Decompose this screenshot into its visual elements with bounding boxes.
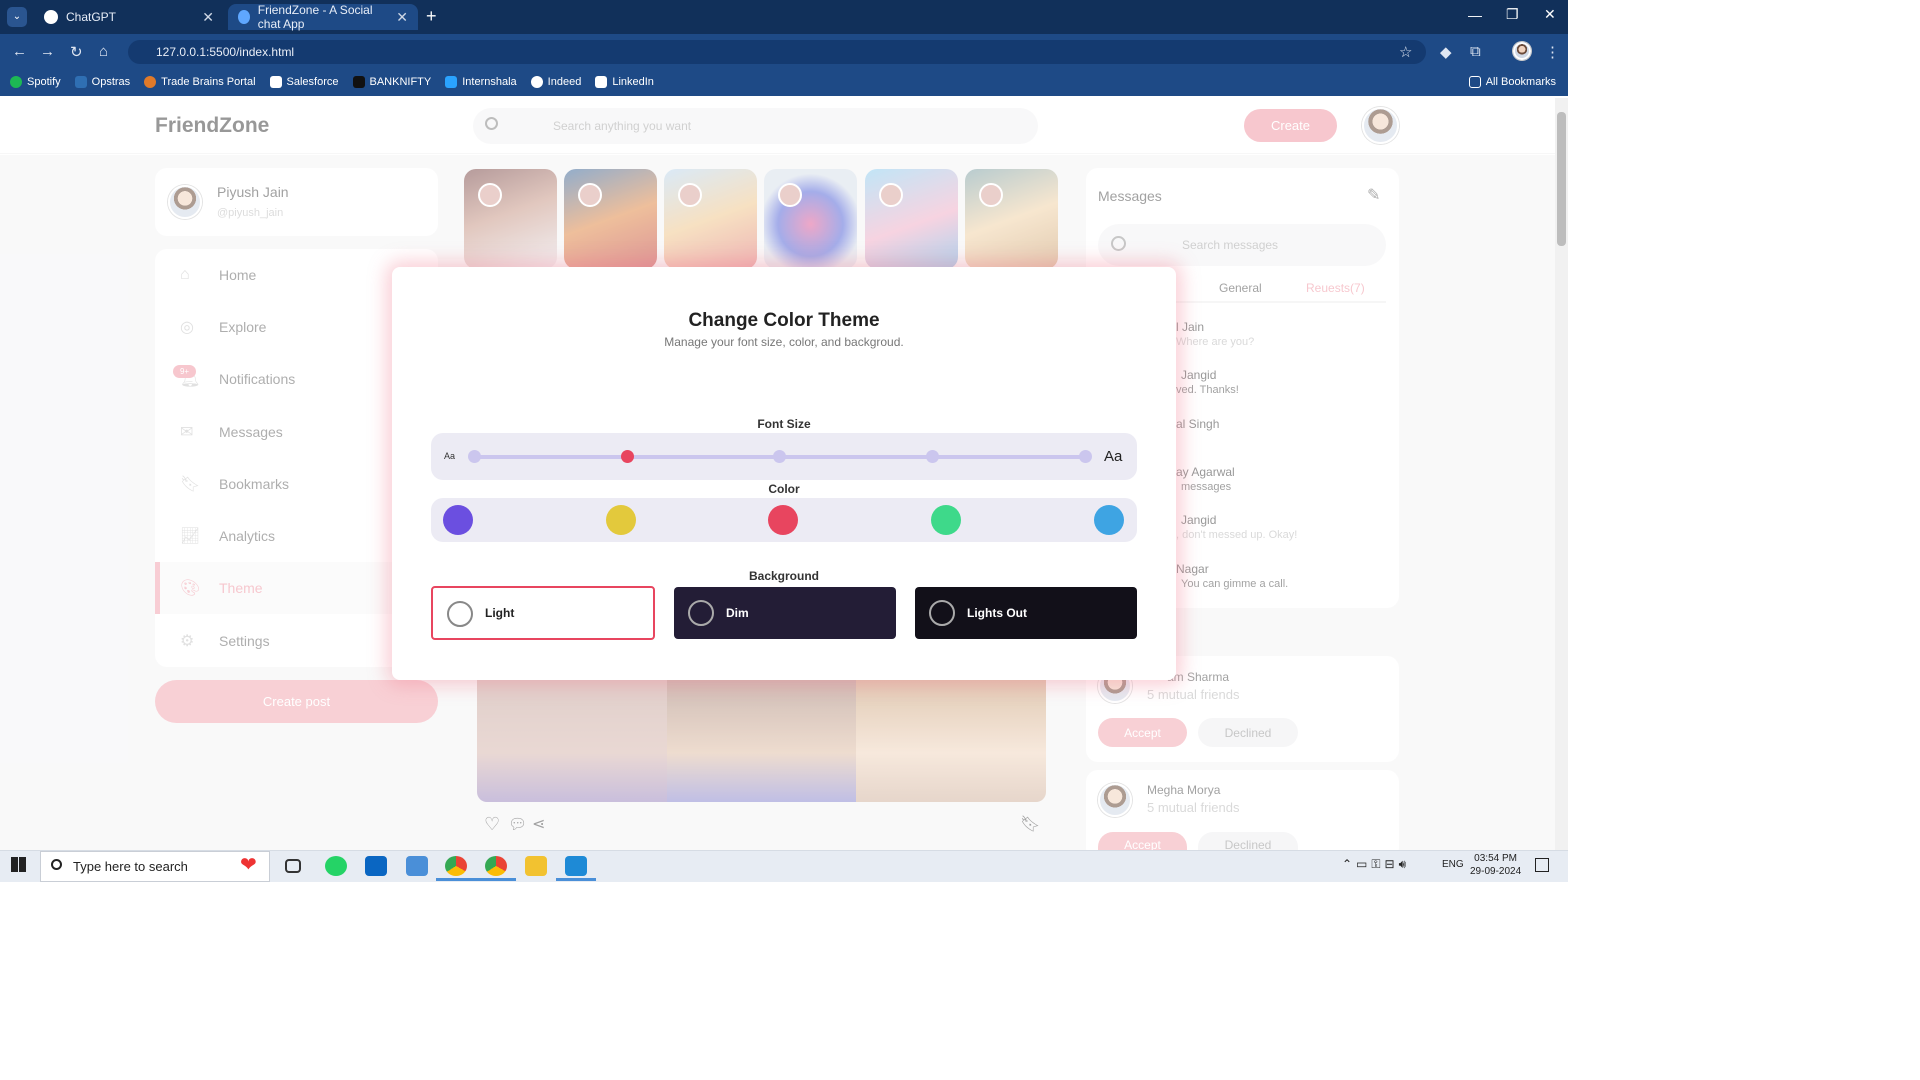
- task-view-icon[interactable]: [285, 859, 301, 873]
- language-indicator[interactable]: ENG: [1442, 859, 1464, 870]
- home-icon[interactable]: ⌂: [99, 43, 108, 60]
- spotify-icon: [10, 76, 22, 88]
- active-app-indicator: [436, 878, 476, 881]
- font-size-option[interactable]: [468, 450, 481, 463]
- taskbar-search-input[interactable]: Type here to search: [40, 851, 270, 882]
- browser-tab-friendzone[interactable]: FriendZone - A Social chat App ✕: [228, 3, 418, 31]
- color-swatch-green[interactable]: [931, 505, 961, 535]
- font-large-label: Aa: [1104, 448, 1123, 465]
- color-swatch-purple[interactable]: [443, 505, 473, 535]
- bookmark-indeed[interactable]: Indeed: [530, 76, 581, 88]
- color-label: Color: [768, 482, 800, 496]
- active-app-indicator: [556, 878, 596, 881]
- window-close-button[interactable]: ✕: [1544, 6, 1556, 23]
- color-swatch-red[interactable]: [768, 505, 798, 535]
- new-tab-button[interactable]: +: [426, 6, 437, 27]
- windows-start-icon[interactable]: [11, 857, 26, 872]
- minimize-button[interactable]: —: [1468, 7, 1482, 23]
- bookmark-linkedin[interactable]: LinkedIn: [595, 76, 654, 88]
- scrollbar-thumb[interactable]: [1557, 112, 1566, 246]
- reload-icon[interactable]: ↻: [70, 43, 83, 61]
- bookmark-trade-brains[interactable]: Trade Brains Portal: [144, 76, 256, 88]
- bookmark-opstras[interactable]: Opstras: [74, 76, 130, 88]
- opstras-icon: [74, 76, 87, 88]
- font-size-label: Font Size: [757, 417, 811, 431]
- chatgpt-icon: [44, 10, 58, 24]
- kebab-menu-icon[interactable]: ⋮: [1545, 43, 1560, 61]
- font-size-option[interactable]: [621, 450, 634, 463]
- url-field[interactable]: 127.0.0.1:5500/index.html: [128, 40, 1426, 64]
- modal-title: Change Color Theme: [688, 310, 880, 331]
- background-label: Background: [748, 569, 819, 583]
- linkedin-icon[interactable]: [365, 856, 387, 876]
- restore-button[interactable]: ❐: [1506, 6, 1519, 23]
- bookmark-banknifty[interactable]: BANKNIFTY: [352, 76, 431, 88]
- browser-profile-avatar[interactable]: [1513, 42, 1531, 60]
- clock-date: 29-09-2024: [1470, 866, 1522, 877]
- bookmark-spotify[interactable]: Spotify: [10, 76, 61, 88]
- vscode-icon[interactable]: [565, 856, 587, 876]
- tray-icons[interactable]: ⌃▭⚿⊟🔊︎: [1342, 857, 1410, 872]
- app-icon[interactable]: [406, 856, 428, 876]
- modal-subtitle: Manage your font size, color, and backgr…: [664, 335, 904, 349]
- browser-tab-chatgpt[interactable]: ChatGPT ✕: [34, 4, 224, 30]
- chrome-icon[interactable]: [485, 856, 507, 876]
- extension-icon[interactable]: ◆: [1440, 43, 1452, 61]
- radio-circle: [929, 600, 955, 626]
- search-icon: [51, 859, 62, 870]
- salesforce-icon: [269, 76, 282, 88]
- taskbar-clock[interactable]: 03:54 PM 29-09-2024: [1470, 852, 1521, 878]
- active-app-indicator: [476, 878, 516, 881]
- clock-time: 03:54 PM: [1474, 853, 1517, 864]
- tab-title: FriendZone - A Social chat App: [257, 3, 373, 31]
- folder-icon: [1468, 76, 1481, 88]
- background-light-option[interactable]: Light: [431, 586, 655, 640]
- background-dim-option[interactable]: Dim: [674, 587, 896, 639]
- star-icon[interactable]: ☆: [1399, 43, 1412, 61]
- tradingview-icon: [352, 76, 365, 88]
- chrome-icon[interactable]: [445, 856, 467, 876]
- background-lights-out-option[interactable]: Lights Out: [915, 587, 1137, 639]
- indeed-icon: [530, 76, 543, 88]
- linkedin-icon: [595, 76, 608, 88]
- font-size-option[interactable]: [1079, 450, 1092, 463]
- globe-icon: [238, 10, 250, 24]
- notification-center-icon[interactable]: [1535, 858, 1549, 872]
- bookmarks-bar: Spotify Opstras Trade Brains Portal Sale…: [0, 68, 1568, 96]
- bookmark-internshala[interactable]: Internshala: [445, 76, 517, 88]
- radio-circle: [688, 600, 714, 626]
- file-explorer-icon[interactable]: [525, 856, 547, 876]
- color-swatch-yellow[interactable]: [606, 505, 636, 535]
- internshala-icon: [445, 76, 458, 88]
- close-icon[interactable]: ✕: [202, 9, 214, 26]
- back-icon[interactable]: ←: [12, 43, 27, 60]
- close-icon[interactable]: ✕: [396, 9, 408, 26]
- tab-title: ChatGPT: [66, 10, 117, 24]
- heart-decoration-icon: ❤: [240, 854, 257, 876]
- font-size-option[interactable]: [926, 450, 939, 463]
- font-small-label: Aa: [444, 451, 456, 461]
- forward-icon[interactable]: →: [40, 43, 55, 60]
- bookmark-salesforce[interactable]: Salesforce: [269, 76, 339, 88]
- trade-brains-icon: [144, 76, 157, 88]
- font-size-option[interactable]: [773, 450, 786, 463]
- radio-circle: [447, 601, 473, 627]
- whatsapp-icon[interactable]: [325, 856, 347, 876]
- tab-search-button[interactable]: ⌄: [7, 7, 27, 27]
- color-swatch-blue[interactable]: [1094, 505, 1124, 535]
- puzzle-icon[interactable]: ⧉: [1470, 43, 1481, 60]
- all-bookmarks[interactable]: All Bookmarks: [1468, 76, 1556, 88]
